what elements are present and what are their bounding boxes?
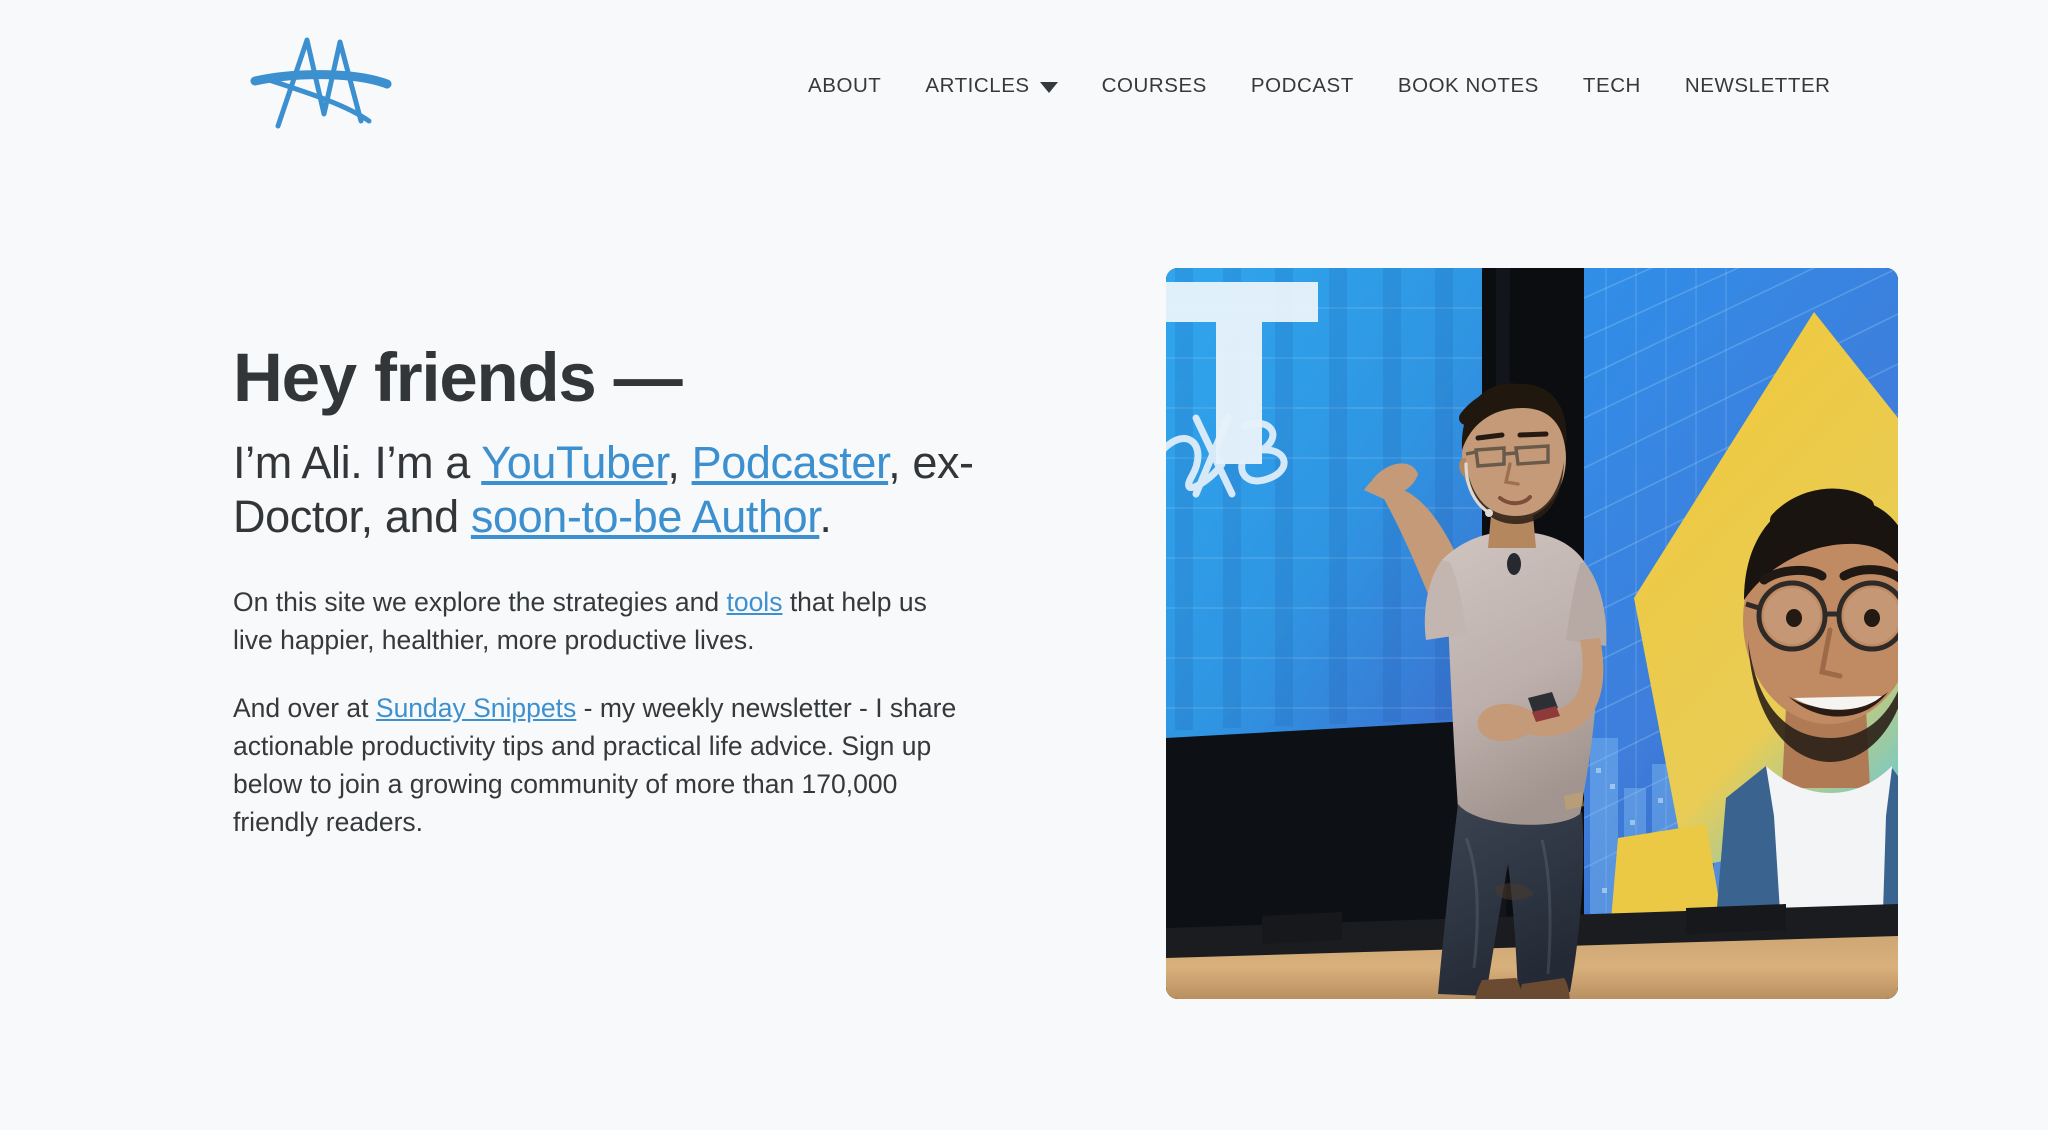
nav-item-book-notes[interactable]: BOOK NOTES: [1376, 73, 1561, 97]
nav-item-courses[interactable]: COURSES: [1080, 73, 1229, 97]
nav-label: ABOUT: [808, 73, 882, 97]
paragraph1-part1: On this site we explore the strategies a…: [233, 586, 727, 617]
nav-item-about[interactable]: ABOUT: [790, 73, 903, 97]
nav-label: BOOK NOTES: [1397, 73, 1539, 97]
nav-label: PODCAST: [1250, 73, 1354, 97]
nav-item-newsletter[interactable]: NEWSLETTER: [1663, 73, 1853, 97]
link-podcaster[interactable]: Podcaster: [692, 437, 889, 488]
hero-text-column: Hey friends — I’m Ali. I’m a YouTuber, P…: [233, 339, 1023, 842]
hero-paragraph-1: On this site we explore the strategies a…: [233, 583, 973, 659]
homepage-root: ABOUT ARTICLES COURSES PODCAST BOOK NOTE…: [0, 0, 2048, 1130]
nav-label: ARTICLES: [925, 73, 1030, 97]
hero-photo-graphic: [1166, 268, 1898, 999]
aa-monogram-logo-icon: [250, 37, 392, 129]
hero-subtitle-part1: I’m Ali. I’m a: [233, 437, 482, 489]
hero-subtitle-part2: ,: [667, 437, 692, 489]
nav-label: TECH: [1582, 73, 1641, 97]
hero-subtitle: I’m Ali. I’m a YouTuber, Podcaster, ex-D…: [233, 436, 1023, 542]
link-tools[interactable]: tools: [726, 587, 782, 617]
page-title: Hey friends —: [233, 339, 683, 416]
link-soon-to-be-author[interactable]: soon-to-be Author: [471, 491, 820, 542]
link-sunday-snippets[interactable]: Sunday Snippets: [376, 693, 576, 723]
site-logo[interactable]: [245, 22, 397, 134]
hero-subtitle-part4: .: [819, 490, 832, 542]
hero-paragraph-2: And over at Sunday Snippets - my weekly …: [233, 689, 973, 842]
hero-photo-speaker-on-stage: [1166, 268, 1898, 999]
main-navigation: ABOUT ARTICLES COURSES PODCAST BOOK NOTE…: [790, 0, 1853, 172]
nav-item-articles[interactable]: ARTICLES: [903, 73, 1079, 97]
paragraph2-part1: And over at: [233, 692, 376, 723]
chevron-down-icon: [1039, 81, 1058, 93]
nav-item-tech[interactable]: TECH: [1561, 73, 1663, 97]
nav-item-podcast[interactable]: PODCAST: [1229, 73, 1376, 97]
site-header: ABOUT ARTICLES COURSES PODCAST BOOK NOTE…: [0, 0, 2048, 172]
nav-label: COURSES: [1101, 73, 1207, 97]
hero-section: Hey friends — I’m Ali. I’m a YouTuber, P…: [0, 172, 2048, 1130]
nav-label: NEWSLETTER: [1684, 73, 1831, 97]
link-youtuber[interactable]: YouTuber: [481, 437, 668, 488]
